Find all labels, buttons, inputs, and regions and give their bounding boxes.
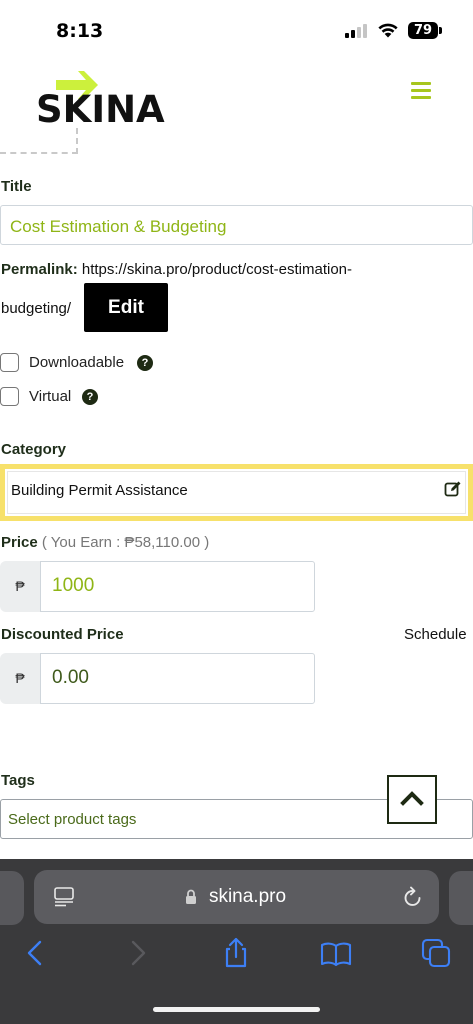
virtual-checkbox[interactable] [0,387,19,406]
price-earnings-note: ( You Earn : ₱58,110.00 ) [41,534,210,551]
browser-toolbar: skina.pro [0,859,473,1024]
tabs-icon[interactable] [420,937,452,969]
status-bar: 8:13 79 [0,0,473,60]
price-currency-addon: ₱ [0,561,40,612]
logo[interactable]: SKINA [36,68,176,131]
next-tab-preview[interactable] [449,871,473,925]
home-indicator [153,1007,320,1012]
wifi-icon [378,23,398,38]
image-upload-placeholder[interactable] [0,128,78,154]
category-label: Category [1,441,67,458]
price-label: Price ( You Earn : ₱58,110.00 ) [1,534,209,551]
price-input[interactable]: 1000 [40,561,315,612]
battery-indicator: 79 [408,22,438,39]
browser-nav-row [0,937,473,973]
discounted-price-label: Discounted Price [1,626,124,643]
logo-text: SKINA [36,88,165,131]
forward-icon[interactable] [121,937,153,969]
category-value: Building Permit Assistance [11,482,188,499]
tags-label: Tags [1,772,35,789]
hamburger-menu-icon[interactable] [411,82,433,102]
permalink-url: https://skina.pro/product/cost-estimatio… [81,261,352,278]
category-select[interactable]: Building Permit Assistance [0,464,473,521]
edit-category-icon[interactable] [444,480,462,498]
status-time: 8:13 [56,20,104,42]
help-icon[interactable]: ? [137,355,153,371]
edit-permalink-button[interactable]: Edit [84,283,168,332]
battery-tip [439,27,442,34]
bookmarks-icon[interactable] [320,937,352,969]
help-icon[interactable]: ? [82,389,98,405]
share-icon[interactable] [220,937,252,969]
title-input[interactable]: Cost Estimation & Budgeting [0,205,473,245]
previous-tab-preview[interactable] [0,871,24,925]
downloadable-label: Downloadable [29,354,125,371]
title-label: Title [1,178,32,195]
category-field[interactable]: Building Permit Assistance [7,471,466,514]
scroll-to-top-button[interactable] [387,775,437,824]
discounted-price-input[interactable]: 0.00 [40,653,315,704]
chevron-up-icon [400,791,424,806]
reload-icon[interactable] [402,885,424,909]
address-bar[interactable]: skina.pro [34,870,439,924]
permalink-url-continued: budgeting/ [1,300,72,317]
url-domain: skina.pro [208,886,287,907]
discount-currency-addon: ₱ [0,653,40,704]
permalink: Permalink: https://skina.pro/product/cos… [1,261,441,279]
downloadable-checkbox[interactable] [0,353,19,372]
cellular-signal-icon [345,24,371,38]
virtual-label: Virtual [29,388,72,405]
price-label-text: Price [1,534,38,551]
schedule-link[interactable]: Schedule [404,626,467,643]
back-icon[interactable] [20,937,52,969]
url-text: skina.pro [34,886,439,908]
permalink-label: Permalink: [1,261,78,278]
